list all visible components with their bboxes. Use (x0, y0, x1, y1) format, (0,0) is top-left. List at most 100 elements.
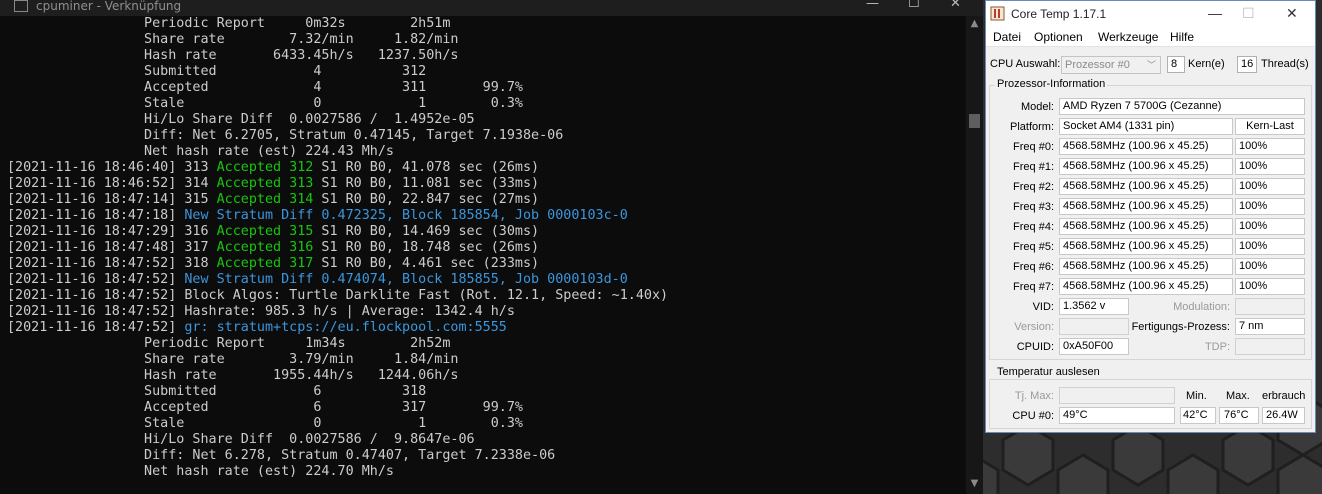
console-line: [2021-11-16 18:47:52] Block Algos: Turtl… (7, 288, 668, 304)
freq-value: 4568.58MHz (100.96 x 45.25) (1059, 278, 1233, 295)
console-text-segment: Submitted 4 312 (7, 64, 427, 79)
console-line: Accepted 4 311 99.7% (7, 80, 668, 96)
tdp-value (1235, 338, 1305, 355)
max-header: Max. (1226, 390, 1250, 402)
model-label: Model: (1020, 101, 1054, 113)
console-line: Net hash rate (est) 224.43 Mh/s (7, 144, 668, 160)
console-line: Share rate 3.79/min 1.84/min (7, 352, 668, 368)
console-text-segment: Hash rate 1955.44h/s 1244.06h/s (7, 368, 459, 383)
console-line: [2021-11-16 18:46:40] 313 Accepted 312 S… (7, 160, 668, 176)
scroll-up-icon[interactable]: ▲ (966, 18, 983, 29)
console-line: Accepted 6 317 99.7% (7, 400, 668, 416)
console-text-segment: [2021-11-16 18:47:52] (7, 272, 185, 287)
console-output[interactable]: Periodic Report 0m32s 2h51m Share rate 7… (7, 16, 668, 480)
console-text-segment: Net hash rate (est) 224.70 Mh/s (7, 464, 394, 479)
console-text-segment: Hash rate 6433.45h/s 1237.50h/s (7, 48, 459, 63)
menu-datei[interactable]: Datei (993, 30, 1021, 44)
modulation-value (1235, 298, 1305, 315)
coretemp-titlebar: Core Temp 1.17.1 — ☐ ✕ (986, 1, 1315, 27)
console-line: [2021-11-16 18:47:52] Hashrate: 985.3 h/… (7, 304, 668, 320)
core-load-value: 100% (1235, 198, 1305, 215)
accepted-text: Accepted 313 (216, 176, 314, 191)
console-line: [2021-11-16 18:47:18] New Stratum Diff 0… (7, 208, 668, 224)
console-text-segment: S1 R0 B0, 11.081 sec (33ms) (313, 176, 540, 191)
stratum-text: New Stratum Diff 0.474074, Block 185855,… (184, 272, 628, 287)
console-text-segment: Hi/Lo Share Diff 0.0027586 / 1.4952e-05 (7, 112, 475, 127)
freq-label: Freq #0: (1013, 141, 1054, 153)
console-line: [2021-11-16 18:47:14] 315 Accepted 314 S… (7, 192, 668, 208)
freq-value: 4568.58MHz (100.96 x 45.25) (1059, 158, 1233, 175)
freq-value: 4568.58MHz (100.96 x 45.25) (1059, 238, 1233, 255)
console-text-segment: Share rate 3.79/min 1.84/min (7, 352, 459, 367)
console-line: Diff: Net 6.278, Stratum 0.47407, Target… (7, 448, 668, 464)
accepted-text: Accepted 312 (216, 160, 314, 175)
console-line: [2021-11-16 18:47:52] gr: stratum+tcps:/… (7, 320, 668, 336)
processor-info-title: Prozessor-Information (995, 78, 1108, 90)
tjmax-label: Tj. Max: (1014, 390, 1054, 402)
stratum-text: New Stratum Diff 0.472325, Block 185854,… (184, 208, 628, 223)
platform-value: Socket AM4 (1331 pin) (1059, 118, 1233, 135)
menu-optionen[interactable]: Optionen (1034, 30, 1083, 44)
cpu-select-dropdown[interactable]: Prozessor #0 ﹀ (1061, 56, 1161, 74)
console-scrollbar[interactable]: ▲ ▼ (966, 16, 983, 494)
freq-value: 4568.58MHz (100.96 x 45.25) (1059, 258, 1233, 275)
core0-min: 42°C (1180, 407, 1216, 424)
cores-count: 8 (1167, 56, 1185, 73)
core0-temp: 49°C (1059, 407, 1175, 424)
console-text-segment: S1 R0 B0, 14.469 sec (30ms) (313, 224, 540, 239)
console-line: Net hash rate (est) 224.70 Mh/s (7, 464, 668, 480)
power-header: erbrauch (1262, 390, 1306, 402)
scroll-down-icon[interactable]: ▼ (966, 478, 983, 489)
menu-hilfe[interactable]: Hilfe (1170, 30, 1194, 44)
min-header: Min. (1186, 390, 1207, 402)
console-text-segment: Submitted 6 318 (7, 384, 427, 399)
console-line: Submitted 4 312 (7, 64, 668, 80)
freq-label: Freq #5: (1013, 241, 1054, 253)
console-line: Diff: Net 6.2705, Stratum 0.47145, Targe… (7, 128, 668, 144)
console-line: [2021-11-16 18:47:29] 316 Accepted 315 S… (7, 224, 668, 240)
freq-value: 4568.58MHz (100.96 x 45.25) (1059, 178, 1233, 195)
scroll-thumb[interactable] (969, 114, 980, 128)
core-load-value: 100% (1235, 178, 1305, 195)
core-load-value: 100% (1235, 238, 1305, 255)
load-header: Kern-Last (1235, 118, 1305, 135)
console-window: cpuminer - Verknüpfung — ☐ ✕ Periodic Re… (0, 0, 983, 494)
console-line: [2021-11-16 18:46:52] 314 Accepted 313 S… (7, 176, 668, 192)
coretemp-thermometer-icon (990, 6, 1005, 21)
menu-werkzeuge[interactable]: Werkzeuge (1098, 30, 1158, 44)
console-text-segment: Diff: Net 6.2705, Stratum 0.47145, Targe… (7, 128, 564, 143)
console-line: Periodic Report 1m34s 2h52m (7, 336, 668, 352)
maximize-icon[interactable]: ☐ (908, 0, 920, 11)
threads-count: 16 (1237, 56, 1257, 73)
freq-label: Freq #1: (1013, 161, 1054, 173)
console-text-segment: Accepted 4 311 99.7% (7, 80, 523, 95)
ct-minimize-icon[interactable]: — (1208, 5, 1222, 21)
freq-label: Freq #4: (1013, 221, 1054, 233)
platform-label: Platform: (1009, 121, 1054, 133)
console-text-segment: Diff: Net 6.278, Stratum 0.47407, Target… (7, 448, 556, 463)
console-line: [2021-11-16 18:47:52] New Stratum Diff 0… (7, 272, 668, 288)
console-line: [2021-11-16 18:47:48] 317 Accepted 316 S… (7, 240, 668, 256)
console-text-segment: [2021-11-16 18:47:52] (7, 320, 185, 335)
coretemp-title: Core Temp 1.17.1 (1011, 7, 1107, 21)
ct-close-icon[interactable]: ✕ (1286, 5, 1298, 22)
cpu-select-value: Prozessor #0 (1065, 59, 1130, 71)
console-text-segment: S1 R0 B0, 41.078 sec (26ms) (313, 160, 540, 175)
minimize-icon[interactable]: — (866, 0, 879, 11)
freq-value: 4568.58MHz (100.96 x 45.25) (1059, 218, 1233, 235)
modulation-label: Modulation: (1173, 301, 1230, 313)
core0-label: CPU #0: (1012, 410, 1054, 422)
console-text-segment: Periodic Report 0m32s 2h51m (7, 16, 451, 31)
console-line: Submitted 6 318 (7, 384, 668, 400)
console-text-segment: S1 R0 B0, 18.748 sec (26ms) (313, 240, 540, 255)
console-line: [2021-11-16 18:47:52] 318 Accepted 317 S… (7, 256, 668, 272)
core0-power: 26.4W (1262, 407, 1305, 424)
freq-label: Freq #2: (1013, 181, 1054, 193)
close-icon[interactable]: ✕ (950, 0, 961, 11)
coretemp-menubar: Datei Optionen Werkzeuge Hilfe (986, 27, 1315, 47)
console-text-segment: [2021-11-16 18:47:52] Hashrate: 985.3 h/… (7, 304, 515, 319)
accepted-text: Accepted 317 (216, 256, 314, 271)
freq-label: Freq #6: (1013, 261, 1054, 273)
console-text-segment: [2021-11-16 18:47:48] 317 (7, 240, 217, 255)
console-text-segment: Accepted 6 317 99.7% (7, 400, 523, 415)
